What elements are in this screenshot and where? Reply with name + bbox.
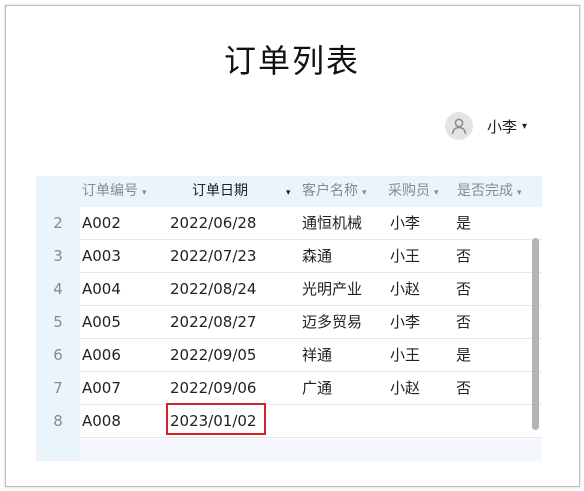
column-header-done[interactable]: 是否完成 ▾ [457,176,522,207]
table-row: 2 A002 2022/06/28 通恒机械 小李 是 [36,207,542,240]
cell-order-date[interactable]: 2022/07/23 [170,240,256,273]
cell-order-date[interactable]: 2022/09/05 [170,339,256,372]
avatar[interactable] [445,112,473,140]
row-divider [80,437,542,438]
chevron-down-icon[interactable]: ▾ [142,188,147,198]
cell-order-id[interactable]: A004 [82,273,121,306]
chevron-down-icon[interactable]: ▾ [434,188,439,198]
table-row: 5 A005 2022/08/27 迈多贸易 小李 否 [36,306,542,339]
row-number: 4 [53,280,63,298]
cell-buyer[interactable]: 小赵 [390,372,420,405]
cell-done[interactable]: 是 [456,339,471,372]
selected-cell-highlight[interactable] [166,403,266,435]
cell-done[interactable]: 否 [456,240,471,273]
cell-buyer[interactable]: 小王 [390,240,420,273]
column-header-order-date-caret[interactable]: ▾ [282,176,291,207]
table-row: 7 A007 2022/09/06 广通 小赵 否 [36,372,542,405]
chevron-down-icon[interactable]: ▾ [517,188,522,198]
column-header-label: 是否完成 [457,183,513,199]
cell-order-id[interactable]: A008 [82,405,121,438]
table-header: 订单编号 ▾ 订单日期 ▾ 客户名称 ▾ 采购员 ▾ 是否完成 ▾ [80,176,542,207]
cell-order-id[interactable]: A002 [82,207,121,240]
chevron-down-icon[interactable]: ▾ [362,188,367,198]
row-number: 2 [53,214,63,232]
row-number: 5 [53,313,63,331]
cell-done[interactable]: 否 [456,273,471,306]
grid-empty-row [80,439,542,461]
column-header-label: 订单编号 [82,183,138,199]
cell-customer[interactable]: 通恒机械 [302,207,362,240]
cell-order-date[interactable]: 2022/09/06 [170,372,256,405]
column-header-label: 采购员 [388,183,430,199]
row-number: 8 [53,412,63,430]
cell-buyer[interactable]: 小赵 [390,273,420,306]
table-row: 6 A006 2022/09/05 祥通 小王 是 [36,339,542,372]
order-grid: 订单编号 ▾ 订单日期 ▾ 客户名称 ▾ 采购员 ▾ 是否完成 ▾ 2 A002 202… [36,176,542,461]
column-header-label: 订单日期 [192,183,248,199]
user-name[interactable]: 小李 [487,116,517,137]
cell-order-id[interactable]: A005 [82,306,121,339]
row-number: 6 [53,346,63,364]
cell-order-date[interactable]: 2022/06/28 [170,207,256,240]
cell-customer[interactable]: 祥通 [302,339,332,372]
cell-customer[interactable]: 森通 [302,240,332,273]
cell-done[interactable]: 是 [456,207,471,240]
cell-buyer[interactable]: 小王 [390,339,420,372]
chevron-down-icon[interactable]: ▾ [522,121,527,132]
cell-buyer[interactable]: 小李 [390,207,420,240]
page-title: 订单列表 [223,42,360,80]
chevron-down-icon[interactable]: ▾ [286,188,291,198]
cell-order-date[interactable]: 2022/08/24 [170,273,256,306]
user-icon [451,118,467,135]
cell-order-id[interactable]: A006 [82,339,121,372]
table-row: 3 A003 2022/07/23 森通 小王 否 [36,240,542,273]
table-row: 8 A008 2023/01/02 [36,405,542,438]
column-header-order-id[interactable]: 订单编号 ▾ [82,176,147,207]
cell-customer[interactable]: 迈多贸易 [302,306,362,339]
cell-customer[interactable]: 光明产业 [302,273,362,306]
column-header-order-date[interactable]: 订单日期 [192,176,248,207]
table-row: 4 A004 2022/08/24 光明产业 小赵 否 [36,273,542,306]
column-header-label: 客户名称 [302,183,358,199]
vertical-scrollbar[interactable] [532,238,539,430]
cell-order-date[interactable]: 2022/08/27 [170,306,256,339]
cell-customer[interactable]: 广通 [302,372,332,405]
column-header-customer[interactable]: 客户名称 ▾ [302,176,367,207]
column-header-buyer[interactable]: 采购员 ▾ [388,176,439,207]
cell-order-id[interactable]: A003 [82,240,121,273]
cell-buyer[interactable]: 小李 [390,306,420,339]
cell-done[interactable]: 否 [456,306,471,339]
cell-order-id[interactable]: A007 [82,372,121,405]
row-number: 3 [53,247,63,265]
cell-done[interactable]: 否 [456,372,471,405]
row-number: 7 [53,379,63,397]
user-menu[interactable]: 小李 ▾ [445,112,527,140]
